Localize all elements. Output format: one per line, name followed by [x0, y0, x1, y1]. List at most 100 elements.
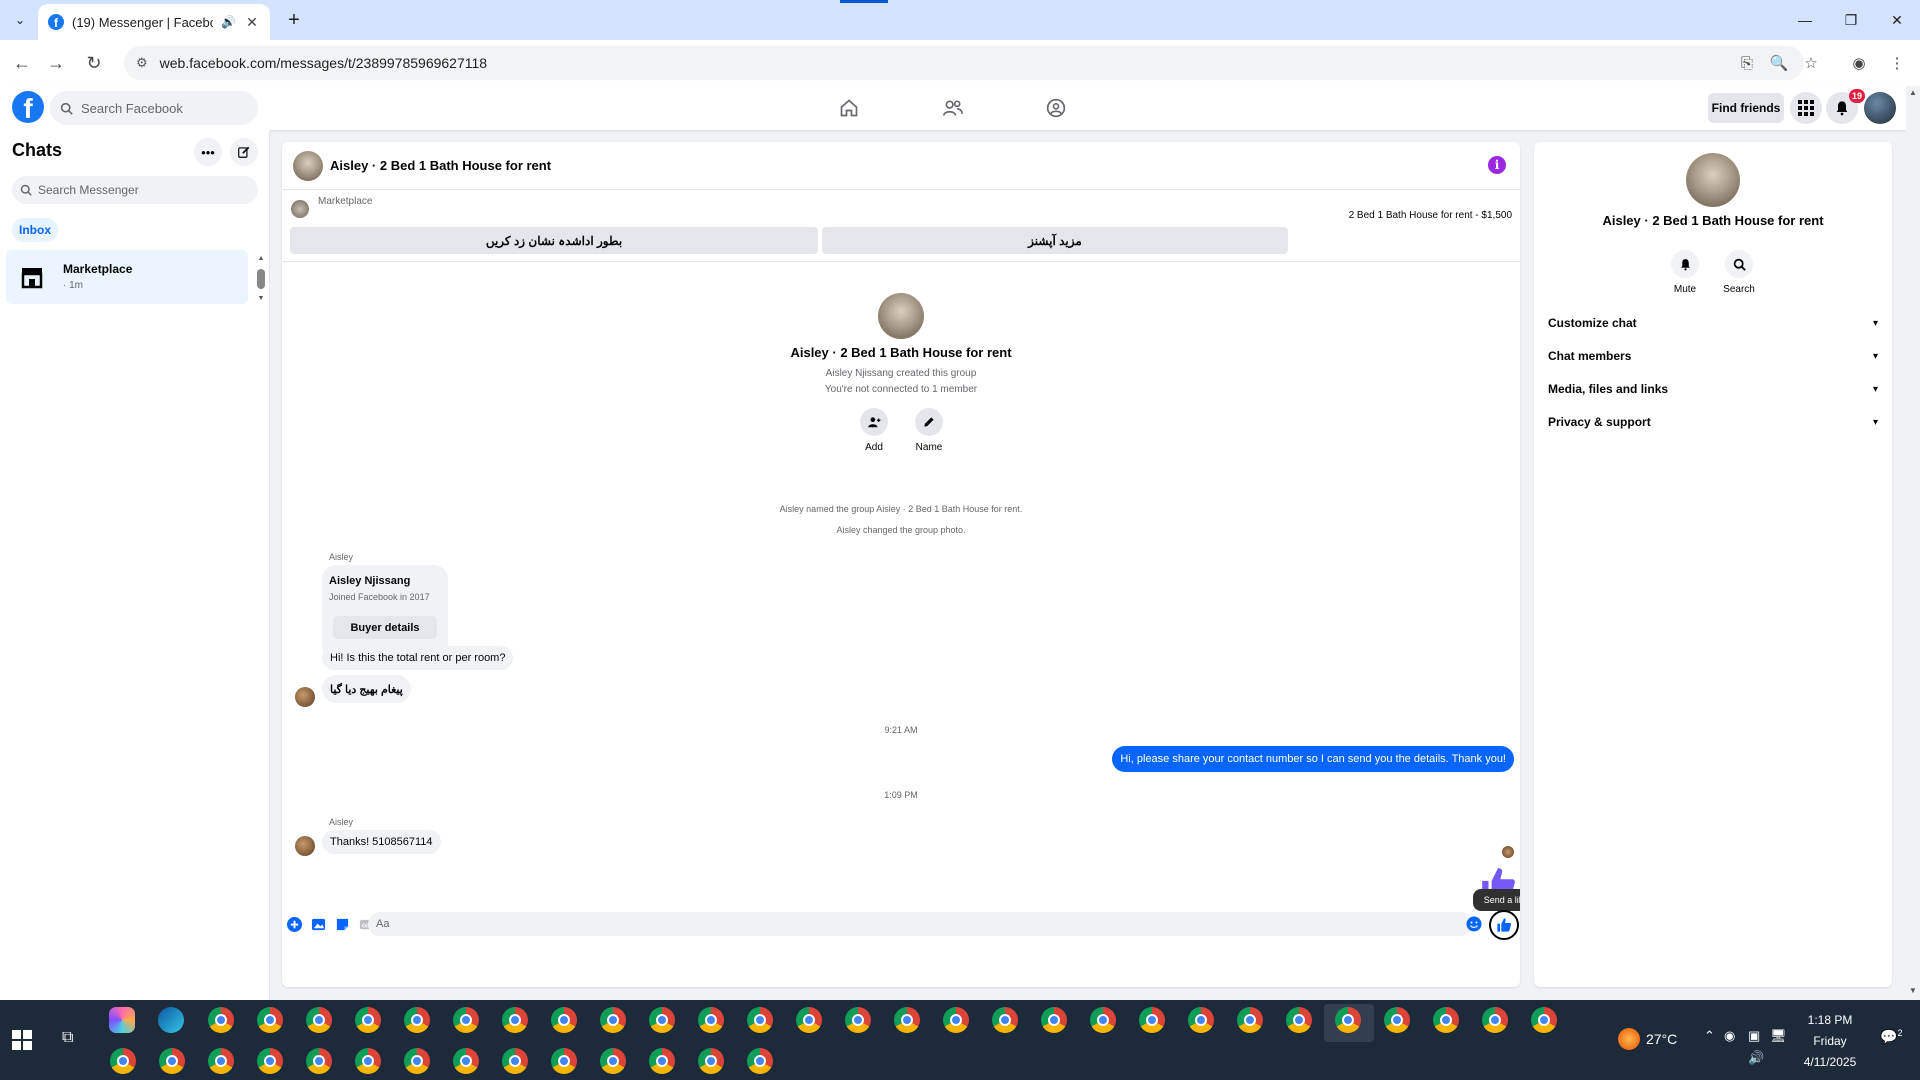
- chrome-window-icon[interactable]: [796, 1007, 822, 1033]
- message-bubble-incoming[interactable]: Hi! Is this the total rent or per room?: [322, 646, 514, 670]
- page-scrollbar[interactable]: ▲ ▼: [1906, 86, 1920, 1000]
- sender-avatar[interactable]: [295, 836, 315, 856]
- conversation-title[interactable]: Aisley · 2 Bed 1 Bath House for rent: [330, 158, 551, 173]
- name-group-button[interactable]: Name: [904, 408, 954, 453]
- chrome-window-icon[interactable]: [1482, 1007, 1508, 1033]
- notification-center-icon[interactable]: 💬2: [1880, 1028, 1902, 1046]
- chrome-window-icon[interactable]: [600, 1007, 626, 1033]
- listing-price[interactable]: 2 Bed 1 Bath House for rent - $1,500: [1349, 210, 1512, 221]
- menu-grid-icon[interactable]: [1790, 92, 1822, 124]
- new-message-icon[interactable]: [230, 138, 258, 166]
- chrome-window-icon[interactable]: [257, 1007, 283, 1033]
- chrome-window-icon[interactable]: [306, 1048, 332, 1074]
- mark-as-paid-button[interactable]: بطور اداشدہ نشان زد کریں: [290, 227, 818, 254]
- chrome-window-icon[interactable]: [257, 1048, 283, 1074]
- friends-icon[interactable]: [938, 93, 968, 123]
- more-options-icon[interactable]: •••: [194, 138, 222, 166]
- chrome-window-icon[interactable]: [600, 1048, 626, 1074]
- chrome-window-icon[interactable]: [551, 1048, 577, 1074]
- send-like-button[interactable]: [1489, 910, 1519, 940]
- record-icon[interactable]: ◉: [1724, 1028, 1735, 1044]
- sender-avatar[interactable]: [295, 687, 315, 707]
- chrome-window-icon[interactable]: [1090, 1007, 1116, 1033]
- new-tab-button[interactable]: +: [282, 8, 306, 32]
- chrome-window-icon[interactable]: [1384, 1007, 1410, 1033]
- tab-search-chevron-icon[interactable]: ⌄: [8, 8, 32, 32]
- scroll-down-icon[interactable]: ▼: [256, 295, 266, 302]
- meet-icon[interactable]: ▣: [1748, 1028, 1760, 1044]
- task-view-icon[interactable]: ⧉: [62, 1029, 82, 1049]
- install-app-icon[interactable]: ⎘: [1736, 52, 1758, 74]
- chrome-window-icon[interactable]: [698, 1048, 724, 1074]
- chrome-window-icon[interactable]: [894, 1007, 920, 1033]
- privacy-support-row[interactable]: Privacy & support ▾: [1544, 407, 1882, 437]
- conversation-info-icon[interactable]: i: [1488, 156, 1506, 174]
- scroll-up-icon[interactable]: ▲: [1909, 88, 1917, 97]
- site-info-icon[interactable]: ⚙: [136, 55, 148, 71]
- chrome-window-icon[interactable]: [306, 1007, 332, 1033]
- chrome-window-icon[interactable]: [404, 1007, 430, 1033]
- message-bubble-incoming[interactable]: پیغام بھیج دیا گیا: [322, 675, 411, 703]
- close-window-icon[interactable]: ✕: [1874, 0, 1920, 40]
- tab-inbox[interactable]: Inbox: [12, 218, 58, 242]
- chrome-window-icon[interactable]: [1531, 1007, 1557, 1033]
- tab-audio-icon[interactable]: 🔊: [221, 15, 236, 29]
- network-icon[interactable]: 🖥: [1770, 1028, 1787, 1044]
- chrome-window-icon[interactable]: [208, 1048, 234, 1074]
- photo-icon[interactable]: [310, 916, 326, 932]
- account-avatar[interactable]: [1864, 92, 1896, 124]
- message-bubble-incoming[interactable]: Thanks! 5108567114: [322, 830, 441, 854]
- scroll-up-icon[interactable]: ▲: [256, 255, 266, 262]
- chrome-window-icon[interactable]: [110, 1048, 136, 1074]
- chrome-window-icon[interactable]: [208, 1007, 234, 1033]
- chrome-window-icon[interactable]: [1237, 1007, 1263, 1033]
- sidebar-scrollbar[interactable]: ▲ ▼: [256, 255, 266, 305]
- facebook-logo-icon[interactable]: f: [12, 91, 44, 123]
- profile-icon[interactable]: ◉: [1848, 52, 1870, 74]
- tab-close-icon[interactable]: ✕: [244, 14, 260, 31]
- scroll-thumb[interactable]: [257, 269, 265, 289]
- back-icon[interactable]: ←: [9, 50, 35, 76]
- add-member-button[interactable]: Add: [849, 408, 899, 453]
- buyer-details-button[interactable]: Buyer details: [333, 616, 437, 639]
- chrome-menu-icon[interactable]: ⋮: [1886, 52, 1908, 74]
- plus-icon[interactable]: [286, 916, 302, 932]
- chrome-window-icon[interactable]: [551, 1007, 577, 1033]
- volume-icon[interactable]: 🔊: [1748, 1050, 1764, 1066]
- chrome-window-icon[interactable]: [355, 1048, 381, 1074]
- customize-chat-row[interactable]: Customize chat ▾: [1544, 308, 1882, 338]
- chrome-window-icon[interactable]: [943, 1007, 969, 1033]
- chrome-window-icon[interactable]: [649, 1048, 675, 1074]
- minimize-icon[interactable]: —: [1782, 0, 1828, 40]
- chrome-window-icon[interactable]: [1433, 1007, 1459, 1033]
- find-friends-button[interactable]: Find friends: [1708, 93, 1784, 123]
- scroll-down-icon[interactable]: ▼: [1909, 986, 1917, 995]
- group-avatar[interactable]: [293, 151, 323, 181]
- sticker-icon[interactable]: [334, 916, 350, 932]
- search-conversation-button[interactable]: Search: [1714, 250, 1764, 295]
- reload-icon[interactable]: ↻: [81, 50, 107, 76]
- chrome-window-icon[interactable]: [698, 1007, 724, 1033]
- messenger-search-input[interactable]: Search Messenger: [12, 176, 258, 204]
- weather-widget[interactable]: 27°C: [1618, 1028, 1677, 1050]
- chrome-window-icon[interactable]: [649, 1007, 675, 1033]
- chrome-window-icon[interactable]: [992, 1007, 1018, 1033]
- chrome-window-icon[interactable]: [1286, 1007, 1312, 1033]
- chrome-window-icon[interactable]: [453, 1007, 479, 1033]
- chrome-window-icon[interactable]: [845, 1007, 871, 1033]
- facebook-search-input[interactable]: Search Facebook: [50, 91, 258, 125]
- windows-start-icon[interactable]: [12, 1030, 32, 1050]
- bookmark-star-icon[interactable]: ☆: [1800, 52, 1822, 74]
- media-files-links-row[interactable]: Media, files and links ▾: [1544, 374, 1882, 404]
- forward-icon[interactable]: →: [43, 50, 69, 76]
- chat-members-row[interactable]: Chat members ▾: [1544, 341, 1882, 371]
- chrome-window-icon[interactable]: [404, 1048, 430, 1074]
- chrome-window-icon[interactable]: [502, 1048, 528, 1074]
- taskbar-clock[interactable]: 1:18 PM Friday 4/11/2025: [1800, 1010, 1860, 1073]
- chrome-window-icon[interactable]: [747, 1048, 773, 1074]
- chrome-window-icon[interactable]: [453, 1048, 479, 1074]
- show-hidden-icons-icon[interactable]: ⌃: [1704, 1028, 1715, 1044]
- emoji-icon[interactable]: [1466, 916, 1482, 932]
- chrome-window-icon[interactable]: [502, 1007, 528, 1033]
- home-icon[interactable]: [834, 93, 864, 123]
